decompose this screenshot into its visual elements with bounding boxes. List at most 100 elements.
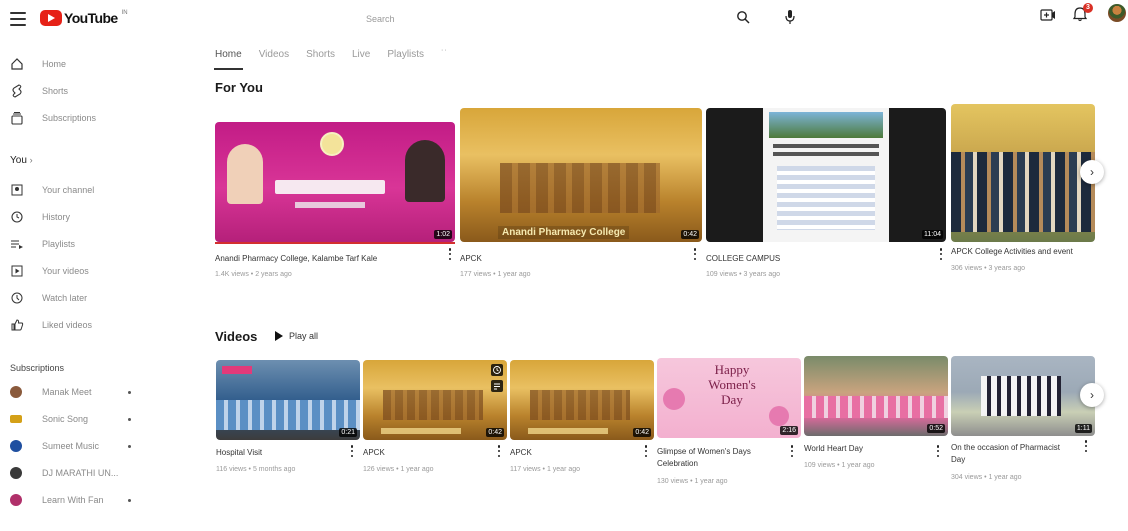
sidebar-item-your-channel[interactable]: Your channel — [10, 180, 185, 200]
video-card[interactable]: 0:52 World Heart Day 109 views • 1 year … — [804, 356, 948, 476]
video-more-icon[interactable] — [936, 445, 940, 457]
video-more-icon[interactable] — [790, 445, 794, 457]
thumbnail-overlay-bar — [528, 428, 608, 434]
new-content-dot — [128, 391, 131, 394]
subscription-channel[interactable]: Learn With Fan — [10, 490, 185, 510]
new-content-dot — [128, 499, 131, 502]
video-duration: 11:04 — [922, 230, 943, 239]
tab-live[interactable]: Live — [352, 49, 370, 71]
classroom-desks — [530, 390, 630, 420]
video-title[interactable]: APCK — [510, 448, 630, 457]
tabs-more-icon[interactable]: ˙˙ — [441, 49, 448, 71]
video-more-icon[interactable] — [939, 248, 943, 260]
video-duration: 0:42 — [486, 428, 504, 437]
video-card[interactable]: APCK College Activities and event 306 vi… — [951, 104, 1095, 274]
flower-decoration — [769, 406, 789, 426]
video-thumbnail[interactable]: 0:52 — [804, 356, 948, 436]
video-more-icon[interactable] — [497, 445, 501, 457]
video-more-icon[interactable] — [693, 248, 697, 260]
sidebar-item-home[interactable]: Home — [10, 54, 185, 74]
video-card[interactable]: 11:04 COLLEGE CAMPUS 109 views • 3 years… — [706, 108, 946, 278]
add-to-queue-icon[interactable] — [491, 380, 503, 392]
search-icon[interactable] — [736, 10, 750, 24]
menu-icon[interactable] — [10, 12, 26, 26]
subscription-channel[interactable]: Sumeet Music — [10, 436, 185, 456]
you-heading[interactable]: You › — [10, 155, 33, 166]
tab-playlists[interactable]: Playlists — [387, 49, 424, 71]
video-thumbnail[interactable]: 11:04 — [706, 108, 946, 242]
watch-later-icon[interactable] — [491, 364, 503, 376]
group-of-people — [951, 152, 1095, 232]
youtube-logo[interactable]: YouTube IN — [40, 10, 128, 26]
video-title[interactable]: COLLEGE CAMPUS — [706, 254, 916, 263]
tab-shorts[interactable]: Shorts — [306, 49, 335, 71]
video-title[interactable]: Hospital Visit — [216, 448, 346, 457]
subscription-channel[interactable]: Sonic Song — [10, 409, 185, 429]
carousel-next-button[interactable]: › — [1080, 160, 1104, 184]
video-title[interactable]: APCK College Activities and event — [951, 247, 1095, 256]
create-video-icon[interactable] — [1040, 8, 1056, 22]
sidebar-item-label: Shorts — [42, 86, 69, 96]
video-more-icon[interactable] — [448, 248, 452, 260]
subscriptions-heading: Subscriptions — [10, 363, 65, 373]
video-duration: 1:11 — [1074, 424, 1092, 433]
search-input[interactable] — [350, 8, 720, 30]
sidebar-item-subscriptions[interactable]: Subscriptions — [10, 108, 185, 128]
subscription-channel[interactable]: DJ MARATHI UN... — [10, 463, 185, 483]
video-thumbnail[interactable]: Anandi Pharmacy College 0:42 — [460, 108, 702, 242]
subscription-channel[interactable]: Manak Meet — [10, 382, 185, 402]
video-title[interactable]: World Heart Day — [804, 444, 934, 453]
video-thumbnail[interactable]: Happy Women's Day 2:16 — [657, 358, 801, 438]
sidebar-item-shorts[interactable]: Shorts — [10, 81, 185, 101]
search-box[interactable] — [350, 8, 720, 30]
video-thumbnail[interactable]: 1:11 — [951, 356, 1095, 436]
sidebar-item-watch-later[interactable]: Watch later — [10, 288, 185, 308]
video-title[interactable]: On the occasion of Pharmacist Day — [951, 442, 1071, 466]
your-videos-icon — [11, 265, 23, 277]
video-thumbnail[interactable] — [951, 104, 1095, 242]
carousel-next-button[interactable]: › — [1080, 383, 1104, 407]
home-icon — [11, 58, 23, 70]
video-card[interactable]: Anandi Pharmacy College 0:42 APCK 177 vi… — [460, 108, 702, 278]
video-title[interactable]: APCK — [460, 254, 660, 263]
sidebar-item-label: Playlists — [42, 239, 76, 249]
sidebar-item-history[interactable]: History — [10, 207, 185, 227]
sidebar-item-label: Learn With Fan — [42, 495, 104, 505]
chevron-right-icon: › — [1090, 165, 1094, 179]
video-card[interactable]: 0:21 Hospital Visit 116 views • 5 months… — [216, 360, 360, 480]
sidebar-item-label: Subscriptions — [42, 113, 97, 123]
video-more-icon[interactable] — [350, 445, 354, 457]
sidebar-item-your-videos[interactable]: Your videos — [10, 261, 185, 281]
video-card[interactable]: 1:11 On the occasion of Pharmacist Day 3… — [951, 356, 1095, 486]
video-meta: 306 views • 3 years ago — [951, 265, 1026, 272]
video-title[interactable]: APCK — [363, 448, 483, 457]
classroom-desks — [500, 163, 660, 213]
channel-avatar — [10, 467, 22, 479]
video-thumbnail[interactable]: 0:42 — [363, 360, 507, 440]
tab-home[interactable]: Home — [214, 49, 243, 71]
play-all-button[interactable]: Play all — [275, 331, 318, 341]
students-group — [981, 376, 1061, 416]
video-thumbnail[interactable]: 0:42 — [510, 360, 654, 440]
video-more-icon[interactable] — [1084, 440, 1088, 452]
notification-badge: 3 — [1083, 3, 1093, 13]
video-title[interactable]: Glimpse of Women's Days Celebration — [657, 446, 781, 470]
mic-icon[interactable] — [784, 9, 796, 25]
video-title[interactable]: Anandi Pharmacy College, Kalambe Tarf Ka… — [215, 254, 437, 263]
sidebar-item-liked-videos[interactable]: Liked videos — [10, 315, 185, 335]
sidebar-item-label: Sumeet Music — [42, 441, 100, 451]
video-card[interactable]: 1:02 Anandi Pharmacy College, Kalambe Ta… — [215, 122, 455, 278]
video-card[interactable]: 0:42 APCK 126 views • 1 year ago — [363, 360, 507, 480]
sidebar-item-playlists[interactable]: Playlists — [10, 234, 185, 254]
thumbnail-overlay-bar — [381, 428, 461, 434]
channel-avatar — [10, 415, 22, 423]
video-card[interactable]: Happy Women's Day 2:16 Glimpse of Women'… — [657, 358, 801, 485]
watch-progress-bar — [215, 242, 455, 244]
video-thumbnail[interactable]: 1:02 — [215, 122, 455, 242]
account-avatar[interactable] — [1108, 4, 1126, 22]
video-thumbnail[interactable]: 0:21 — [216, 360, 360, 440]
subscriptions-icon — [11, 112, 23, 125]
tab-videos[interactable]: Videos — [259, 49, 289, 71]
video-more-icon[interactable] — [644, 445, 648, 457]
video-card[interactable]: 0:42 APCK 117 views • 1 year ago — [510, 360, 654, 480]
